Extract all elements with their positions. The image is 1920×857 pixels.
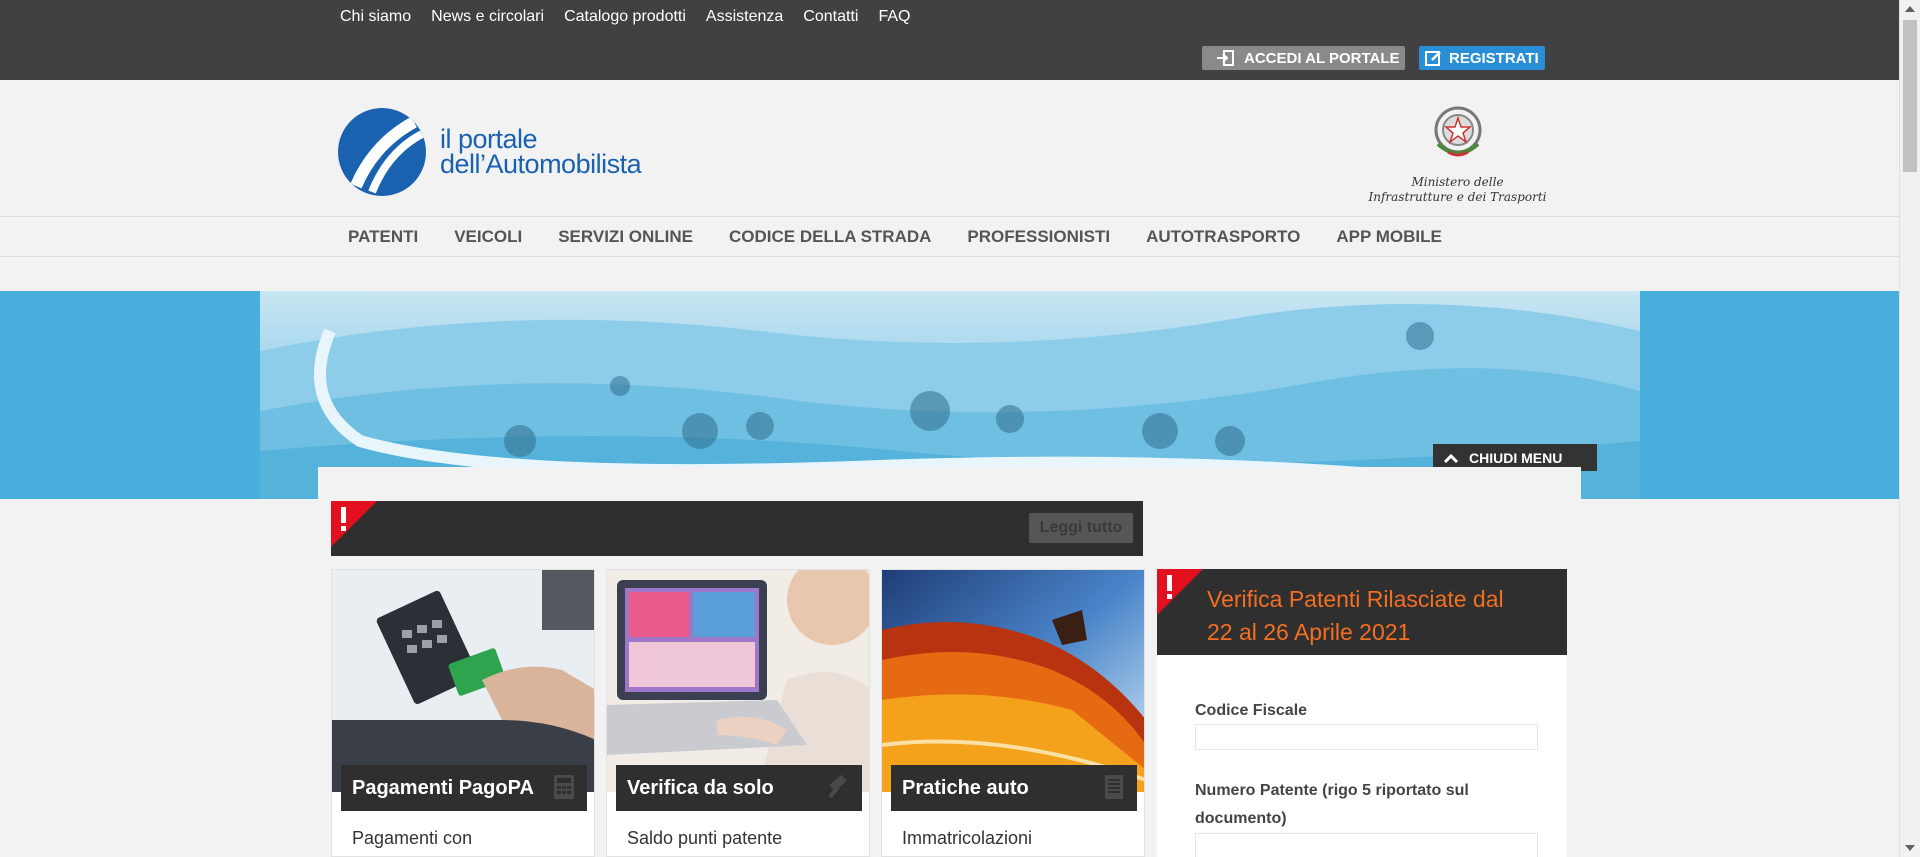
register-label: REGISTRATI	[1449, 49, 1539, 67]
calculator-icon	[554, 775, 574, 799]
ministry-emblem[interactable]: Ministero delle Infrastrutture e dei Tra…	[1355, 100, 1560, 205]
scroll-thumb[interactable]	[1903, 20, 1917, 172]
alert-flag-icon	[331, 501, 377, 547]
card-description: Pagamenti con	[352, 828, 473, 848]
link-chi-siamo[interactable]: Chi siamo	[340, 8, 411, 26]
codice-fiscale-input[interactable]	[1195, 724, 1538, 750]
register-button[interactable]: REGISTRATI	[1419, 46, 1545, 70]
utility-links: Chi siamo News e circolari Catalogo prod…	[340, 8, 910, 26]
payment-photo	[332, 570, 594, 792]
gavel-icon	[828, 775, 847, 799]
logo-text: il portale dell’Automobilista	[440, 126, 642, 179]
card-title-text: Pagamenti PagoPA	[352, 776, 534, 799]
numero-patente-label: Numero Patente (rigo 5 riportato sul doc…	[1195, 777, 1469, 833]
card-title: Pratiche auto	[891, 765, 1137, 811]
laptop-photo	[607, 570, 869, 792]
ministry-line-1: Ministero delle	[1411, 175, 1504, 189]
nav-servizi-online[interactable]: SERVIZI ONLINE	[558, 227, 693, 247]
chevron-up-icon	[1443, 453, 1459, 463]
nav-autotrasporto[interactable]: AUTOTRASPORTO	[1146, 227, 1300, 247]
link-catalogo-prodotti[interactable]: Catalogo prodotti	[564, 8, 686, 26]
main-navigation: PATENTI VEICOLI SERVIZI ONLINE CODICE DE…	[0, 216, 1899, 257]
republic-emblem-icon	[1434, 106, 1481, 157]
login-portal-label: ACCEDI AL PORTALE	[1244, 49, 1400, 67]
verification-header: Verifica Patenti Rilasciate dal 22 al 26…	[1157, 569, 1567, 655]
ministry-line-2: Infrastrutture e dei Trasporti	[1368, 190, 1547, 204]
ministry-name: Ministero delle Infrastrutture e dei Tra…	[1355, 175, 1560, 205]
license-verification-box: Verifica Patenti Rilasciate dal 22 al 26…	[1157, 569, 1567, 857]
card-title-text: Pratiche auto	[902, 776, 1029, 799]
scroll-up-arrow-icon[interactable]	[1905, 6, 1915, 12]
numero-patente-input[interactable]	[1195, 833, 1538, 857]
document-icon	[1105, 775, 1123, 799]
nav-professionisti[interactable]: PROFESSIONISTI	[967, 227, 1110, 247]
card-verifica-da-solo[interactable]: Verifica da solo Saldo punti patente	[606, 569, 870, 857]
verification-title-line-1: Verifica Patenti Rilasciate dal	[1207, 586, 1504, 612]
card-title: Pagamenti PagoPA	[341, 765, 587, 811]
car-photo	[882, 570, 1144, 792]
nav-veicoli[interactable]: VEICOLI	[454, 227, 522, 247]
nav-app-mobile[interactable]: APP MOBILE	[1336, 227, 1441, 247]
card-pagamenti-pagopa[interactable]: Pagamenti PagoPA Pagamenti con	[331, 569, 595, 857]
link-assistenza[interactable]: Assistenza	[706, 8, 783, 26]
verification-title: Verifica Patenti Rilasciate dal 22 al 26…	[1207, 583, 1504, 649]
card-pratiche-auto[interactable]: Pratiche auto Immatricolazioni	[881, 569, 1145, 857]
site-logo[interactable]: il portale dell’Automobilista	[338, 108, 642, 196]
codice-fiscale-label: Codice Fiscale	[1195, 702, 1308, 719]
alert-flag-icon	[1157, 569, 1203, 615]
card-title-text: Verifica da solo	[627, 776, 774, 799]
read-more-button[interactable]: Leggi tutto	[1029, 513, 1133, 543]
alert-bar: Leggi tutto	[331, 501, 1143, 556]
logo-line-2: dell’Automobilista	[440, 149, 642, 179]
link-faq[interactable]: FAQ	[878, 8, 910, 26]
scroll-down-arrow-icon[interactable]	[1905, 845, 1915, 851]
login-portal-button[interactable]: ACCEDI AL PORTALE	[1202, 46, 1405, 70]
link-news-circolari[interactable]: News e circolari	[431, 8, 544, 26]
card-title: Verifica da solo	[616, 765, 862, 811]
numero-patente-label-line-1: Numero Patente (rigo 5 riportato sul	[1195, 782, 1469, 799]
login-icon	[1217, 50, 1234, 66]
logo-road-icon	[338, 108, 426, 196]
verification-title-line-2: 22 al 26 Aprile 2021	[1207, 619, 1411, 645]
card-description: Saldo punti patente	[627, 828, 783, 848]
nav-patenti[interactable]: PATENTI	[348, 227, 418, 247]
card-description: Immatricolazioni	[902, 828, 1033, 848]
page-scrollbar[interactable]	[1899, 0, 1920, 857]
numero-patente-label-line-2: documento)	[1195, 810, 1287, 827]
top-utility-bar: Chi siamo News e circolari Catalogo prod…	[0, 0, 1899, 80]
edit-icon	[1425, 51, 1441, 66]
nav-codice-della-strada[interactable]: CODICE DELLA STRADA	[729, 227, 931, 247]
link-contatti[interactable]: Contatti	[803, 8, 858, 26]
close-menu-label: CHIUDI MENU	[1469, 449, 1563, 466]
